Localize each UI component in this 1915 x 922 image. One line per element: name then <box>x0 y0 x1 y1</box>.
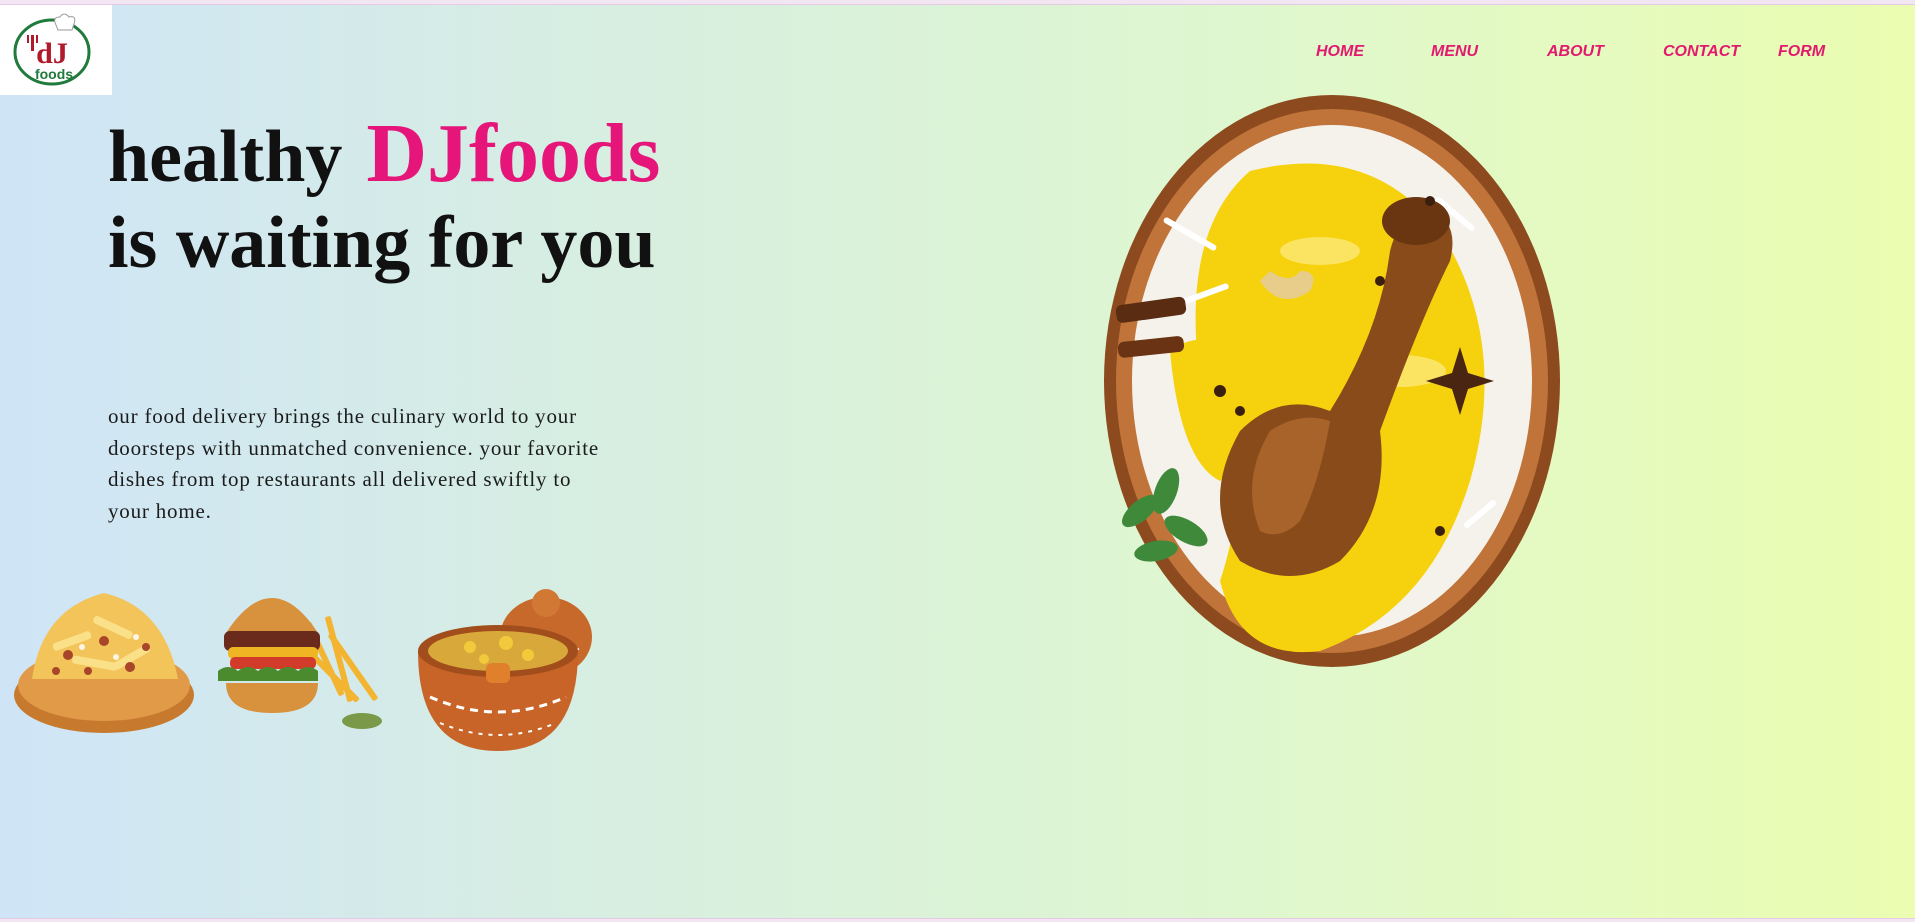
nav-about[interactable]: ABOUT <box>1547 43 1604 61</box>
headline-line2: is waiting for you <box>108 202 656 284</box>
brand-name: DJfoods <box>366 107 661 200</box>
nav-menu[interactable]: MENU <box>1431 43 1478 61</box>
nav-form[interactable]: FORM <box>1778 43 1825 61</box>
burger-and-fries-image <box>212 571 396 751</box>
headline-word: healthy <box>108 116 343 198</box>
nav-home[interactable]: HOME <box>1316 43 1364 61</box>
site-logo[interactable]: dJ foods <box>0 5 112 95</box>
hero-description: our food delivery brings the culinary wo… <box>108 404 599 523</box>
nav-contact[interactable]: CONTACT <box>1663 43 1740 61</box>
page-background: dJ foods HOME MENU ABOUT CONTACT FORM he… <box>0 4 1915 919</box>
loaded-fries-image <box>12 567 196 737</box>
logo-text: foods <box>35 66 73 82</box>
clay-pot-biryani-image <box>410 567 600 757</box>
main-nav: HOME MENU ABOUT CONTACT FORM <box>1290 43 1850 73</box>
hero-headline: healthy DJfoods is waiting for you <box>108 111 660 286</box>
biryani-plate-image <box>1100 91 1562 676</box>
chef-hat-logo-icon: dJ foods <box>13 13 91 86</box>
